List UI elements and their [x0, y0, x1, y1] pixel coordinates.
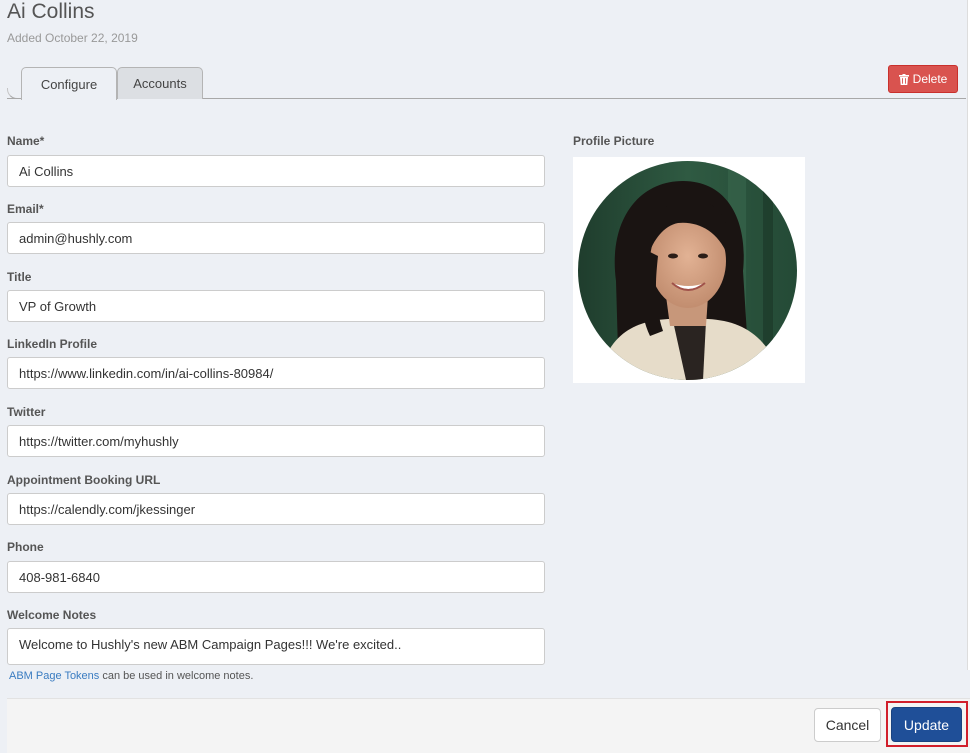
help-text-suffix: can be used in welcome notes. — [99, 670, 254, 682]
twitter-label: Twitter — [7, 405, 46, 419]
avatar — [578, 161, 797, 380]
help-text: ABM Page Tokens can be used in welcome n… — [9, 670, 253, 682]
tab-accounts[interactable]: Accounts — [117, 67, 203, 99]
email-label: Email* — [7, 202, 44, 216]
page-subtitle: Added October 22, 2019 — [7, 31, 138, 45]
trash-icon — [898, 73, 909, 85]
profile-picture[interactable] — [573, 157, 805, 383]
linkedin-field[interactable]: https://www.linkedin.com/in/ai-collins-8… — [7, 357, 545, 389]
welcome-notes-field[interactable]: Welcome to Hushly's new ABM Campaign Pag… — [7, 628, 545, 665]
phone-field[interactable]: 408-981-6840 — [7, 561, 545, 593]
twitter-field[interactable]: https://twitter.com/myhushly — [7, 425, 545, 457]
profile-picture-label: Profile Picture — [573, 134, 655, 148]
delete-button[interactable]: Delete — [888, 65, 958, 93]
title-label: Title — [7, 270, 32, 284]
booking-url-label: Appointment Booking URL — [7, 473, 161, 487]
welcome-notes-label: Welcome Notes — [7, 608, 97, 622]
page-title: Ai Collins — [7, 0, 95, 23]
name-label: Name* — [7, 134, 45, 148]
title-field[interactable]: VP of Growth — [7, 290, 545, 322]
booking-url-field[interactable]: https://calendly.com/jkessinger — [7, 493, 545, 525]
email-field[interactable]: admin@hushly.com — [7, 222, 545, 254]
update-button[interactable]: Update — [891, 707, 962, 742]
delete-label: Delete — [912, 72, 948, 86]
phone-label: Phone — [7, 540, 44, 554]
cancel-button[interactable]: Cancel — [814, 708, 881, 742]
tab-configure[interactable]: Configure — [21, 67, 117, 100]
abm-page-tokens-link[interactable]: ABM Page Tokens — [9, 670, 99, 682]
name-field[interactable]: Ai Collins — [7, 155, 545, 187]
linkedin-label: LinkedIn Profile — [7, 337, 98, 351]
